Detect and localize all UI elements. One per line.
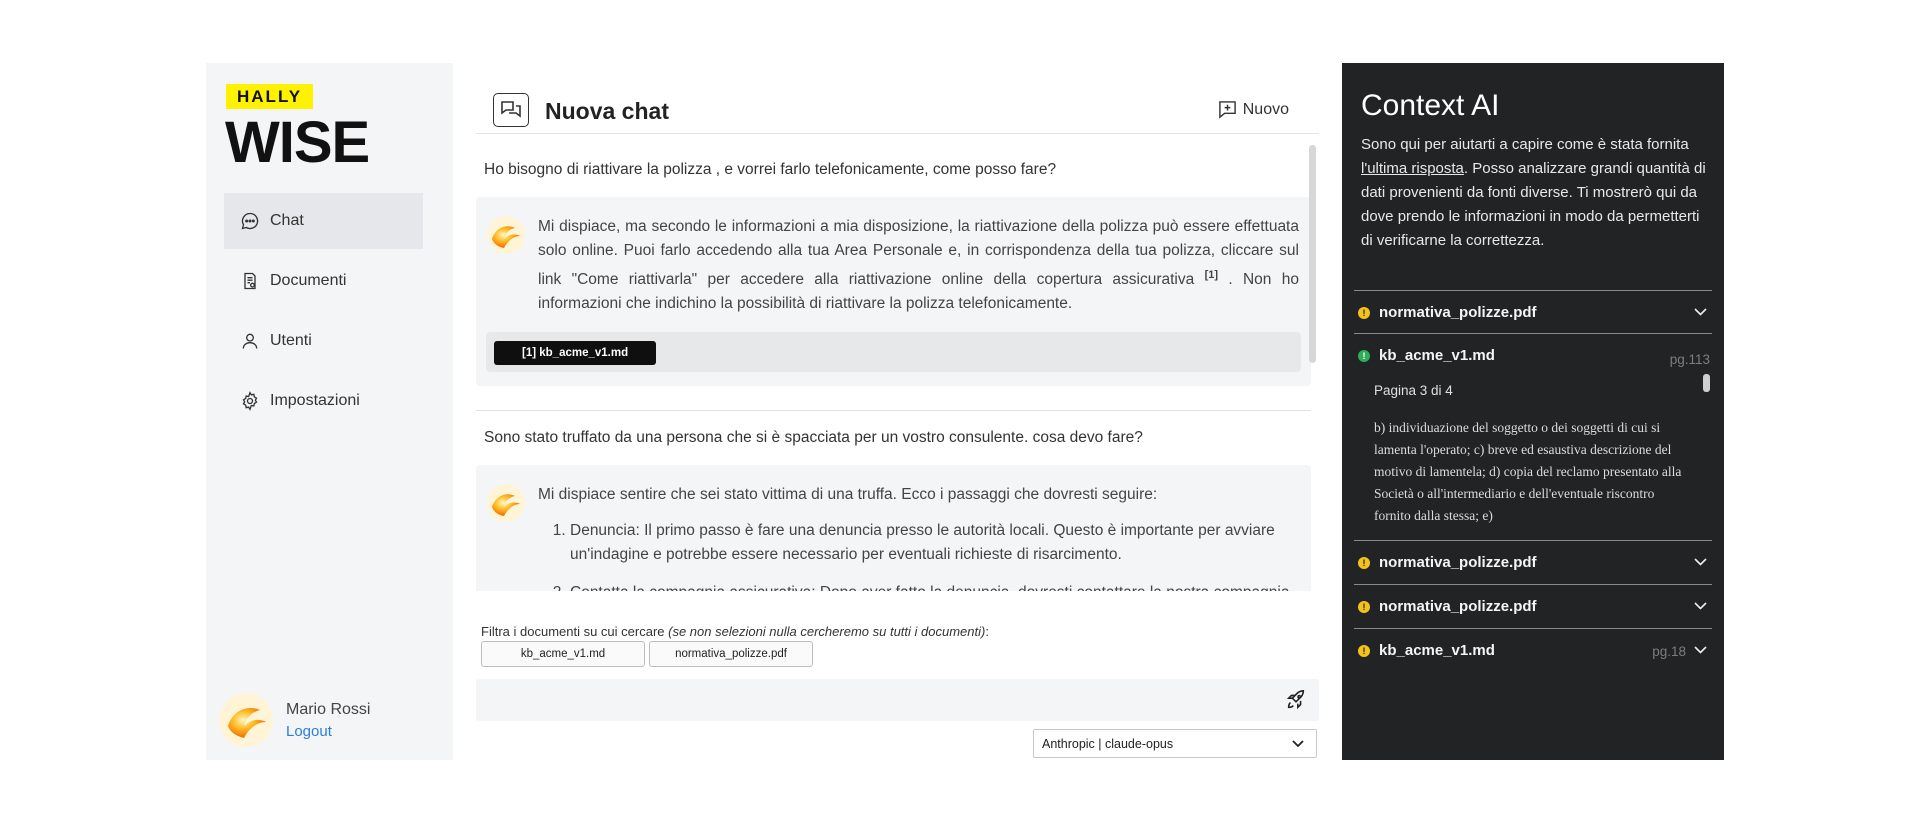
new-chat-button[interactable]: Nuovo — [1218, 100, 1289, 119]
user-question: Sono stato truffato da una persona che s… — [484, 429, 1143, 447]
logo-wise: WISE — [225, 110, 370, 175]
new-chat-label: Nuovo — [1242, 100, 1289, 118]
last-answer-link[interactable]: l'ultima risposta — [1361, 160, 1464, 177]
source-item[interactable]: ! normativa_polizze.pdf — [1354, 540, 1712, 584]
context-ai-panel: Context AI Sono qui per aiutarti a capir… — [1342, 63, 1724, 760]
sidebar-nav: Chat Documenti Utenti Impostazioni — [224, 193, 423, 433]
warning-status-icon: ! — [1358, 306, 1370, 319]
filter-label: Filtra i documenti su cui cercare (se no… — [481, 624, 989, 639]
chat-header: Nuova chat Nuovo — [476, 63, 1319, 134]
context-description: Sono qui per aiutarti a capire come è st… — [1361, 136, 1706, 249]
user-question: Ho bisogno di riattivare la polizza , e … — [484, 161, 1057, 178]
assistant-answer: Mi dispiace, ma secondo le informazioni … — [476, 197, 1311, 387]
sidebar-item-utenti[interactable]: Utenti — [224, 313, 423, 369]
user-icon — [242, 333, 258, 349]
avatar — [219, 693, 273, 747]
chevron-down-icon — [1292, 740, 1304, 748]
gear-icon — [242, 391, 258, 411]
page-indicator: Pagina 3 di 4 — [1374, 383, 1453, 398]
warning-status-icon: ! — [1358, 644, 1370, 657]
source-name: normativa_polizze.pdf — [1379, 554, 1537, 571]
source-name: kb_acme_v1.md — [1379, 347, 1495, 364]
source-item-expanded[interactable]: ! kb_acme_v1.md pg.113 Pagina 3 di 4 b) … — [1354, 333, 1712, 540]
sidebar-item-documenti[interactable]: Documenti — [224, 253, 423, 309]
sidebar: HALLY WISE Chat Documenti Utenti Imposta… — [206, 63, 453, 760]
messages-scrollbar[interactable] — [1309, 145, 1316, 363]
filter-chip-kb-acme[interactable]: kb_acme_v1.md — [481, 641, 645, 667]
assistant-avatar-icon — [487, 216, 525, 254]
user-name: Mario Rossi — [286, 700, 371, 718]
assistant-answer: Mi dispiace sentire che sei stato vittim… — [476, 465, 1311, 591]
chat-bubble-icon — [241, 212, 259, 230]
context-title: Context AI — [1361, 89, 1500, 122]
source-page: pg.18 — [1652, 644, 1686, 659]
assistant-avatar-icon — [487, 484, 525, 523]
source-item[interactable]: ! normativa_polizze.pdf — [1354, 290, 1712, 334]
citations-bar: [1] kb_acme_v1.md — [486, 332, 1301, 373]
model-select[interactable]: Anthropic | claude-opus — [1033, 729, 1317, 758]
source-name: normativa_polizze.pdf — [1379, 304, 1537, 321]
document-filter: kb_acme_v1.md normativa_polizze.pdf — [481, 641, 817, 667]
sidebar-item-impostazioni[interactable]: Impostazioni — [224, 373, 423, 429]
message-input-box — [476, 679, 1319, 721]
model-select-value: Anthropic | claude-opus — [1042, 736, 1174, 751]
message-list[interactable]: Ho bisogno di riattivare la polizza , e … — [476, 143, 1311, 591]
user-profile: Mario Rossi Logout — [218, 692, 370, 748]
document-icon — [244, 272, 256, 290]
source-name: kb_acme_v1.md — [1379, 642, 1495, 659]
chat-header-icon — [493, 93, 529, 127]
excerpt-scrollbar[interactable] — [1703, 374, 1710, 392]
logout-link[interactable]: Logout — [286, 723, 370, 740]
rocket-send-icon[interactable] — [1285, 689, 1307, 711]
list-item: Contatta la compagnia assicurativa: Dopo… — [570, 581, 1301, 591]
sidebar-item-label: Utenti — [270, 332, 312, 349]
page-title: Nuova chat — [545, 98, 669, 124]
list-item: Denuncia: Il primo passo è fare una denu… — [570, 519, 1301, 567]
chevron-down-icon — [1694, 308, 1707, 316]
answer-text: Mi dispiace sentire che sei stato vittim… — [538, 486, 1158, 504]
source-item[interactable]: ! normativa_polizze.pdf — [1354, 584, 1712, 628]
sidebar-item-chat[interactable]: Chat — [224, 193, 423, 249]
source-excerpt: b) individuazione del soggetto o dei sog… — [1374, 420, 1682, 523]
citation-marker[interactable]: [1] — [1205, 269, 1218, 281]
chat-panel: Nuova chat Nuovo Ho bisogno di riattivar… — [476, 63, 1319, 760]
citation-button[interactable]: [1] kb_acme_v1.md — [494, 341, 657, 366]
source-item[interactable]: ! kb_acme_v1.md pg.18 — [1354, 628, 1712, 672]
sidebar-item-label: Chat — [270, 212, 304, 229]
chevron-down-icon — [1694, 558, 1707, 566]
new-message-icon — [1218, 101, 1236, 119]
chevron-down-icon — [1694, 646, 1707, 654]
filter-chip-normativa[interactable]: normativa_polizze.pdf — [649, 641, 813, 667]
answer-steps: Denuncia: Il primo passo è fare una denu… — [570, 519, 1301, 591]
conversation-icon — [501, 101, 521, 118]
message-input[interactable] — [476, 679, 1256, 721]
sidebar-item-label: Documenti — [270, 272, 347, 289]
source-name: normativa_polizze.pdf — [1379, 598, 1537, 615]
ok-status-icon: ! — [1358, 349, 1370, 362]
source-page: pg.113 — [1669, 352, 1710, 367]
answer-text: Mi dispiace, ma secondo le informazioni … — [538, 218, 1299, 313]
logo-hally: HALLY — [226, 84, 314, 109]
warning-status-icon: ! — [1358, 600, 1370, 613]
chevron-down-icon — [1694, 602, 1707, 610]
warning-status-icon: ! — [1358, 556, 1370, 569]
sidebar-item-label: Impostazioni — [270, 392, 360, 409]
